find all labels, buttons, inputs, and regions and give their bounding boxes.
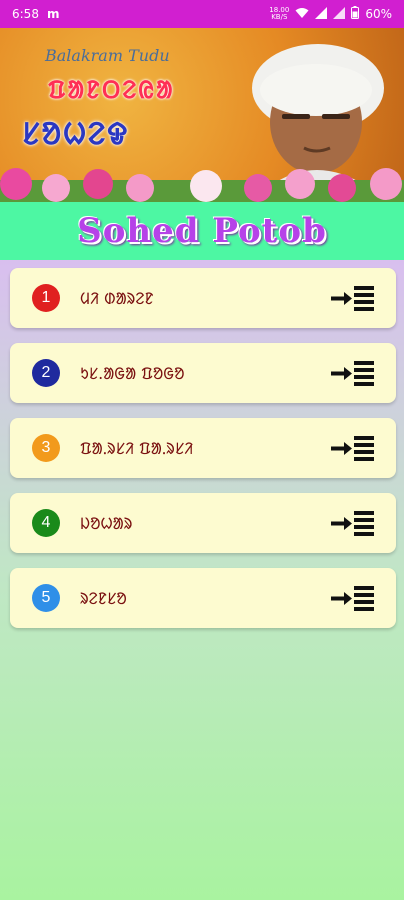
banner-author: Balakram Tudu	[45, 46, 170, 65]
net-speed-unit: KB/S	[271, 13, 288, 21]
banner-title-line2: ᱥᱚᱦᱮᱫ	[22, 117, 130, 152]
clock: 6:58	[12, 7, 39, 21]
menu-item-label: ᱨᱮᱱᱥᱚ	[80, 589, 127, 608]
notification-app-icon: m	[46, 7, 60, 21]
battery-level: 60%	[365, 7, 392, 21]
number-badge: 2	[32, 359, 60, 387]
title-bar: Sohed Potob	[0, 202, 404, 260]
signal-icon	[315, 6, 328, 22]
menu-item-2[interactable]: 2 ᱩᱥ.ᱟᱜᱟ ᱯᱚᱜᱚ	[10, 343, 396, 403]
list-arrow-icon[interactable]	[330, 585, 374, 611]
signal-icon-2	[333, 6, 346, 22]
battery-icon	[351, 6, 360, 22]
list-arrow-icon[interactable]	[330, 285, 374, 311]
number-badge: 4	[32, 509, 60, 537]
status-bar: 6:58 m 18.00 KB/S 60%	[0, 0, 404, 28]
list-arrow-icon[interactable]	[330, 435, 374, 461]
menu-item-3[interactable]: 3 ᱯᱟᱹᱨᱥᱤ ᱯᱟᱹᱨᱥᱤ	[10, 418, 396, 478]
menu-item-label: ᱢᱤ ᱰᱟᱨᱮᱱ	[80, 289, 154, 308]
menu-item-1[interactable]: 1 ᱢᱤ ᱰᱟᱨᱮᱱ	[10, 268, 396, 328]
menu-item-5[interactable]: 5 ᱨᱮᱱᱥᱚ	[10, 568, 396, 628]
menu-item-4[interactable]: 4 ᱡᱚᱦᱟᱨ	[10, 493, 396, 553]
wifi-icon	[295, 7, 309, 22]
banner-title-line1: ᱯᱟᱱᱛᱮᱭᱟ	[48, 75, 175, 104]
list-arrow-icon[interactable]	[330, 510, 374, 536]
number-badge: 3	[32, 434, 60, 462]
menu-item-label: ᱯᱟᱹᱨᱥᱤ ᱯᱟᱹᱨᱥᱤ	[80, 439, 194, 458]
menu-item-label: ᱩᱥ.ᱟᱜᱟ ᱯᱚᱜᱚ	[80, 364, 185, 383]
list-arrow-icon[interactable]	[330, 360, 374, 386]
header-banner: Balakram Tudu ᱯᱟᱱᱛᱮᱭᱟ ᱥᱚᱦᱮᱫ	[0, 28, 404, 202]
number-badge: 1	[32, 284, 60, 312]
app-title: Sohed Potob	[77, 211, 327, 251]
menu-item-label: ᱡᱚᱦᱟᱨ	[80, 514, 133, 533]
flower-decoration	[0, 168, 404, 202]
network-speed: 18.00 KB/S	[269, 7, 289, 21]
number-badge: 5	[32, 584, 60, 612]
